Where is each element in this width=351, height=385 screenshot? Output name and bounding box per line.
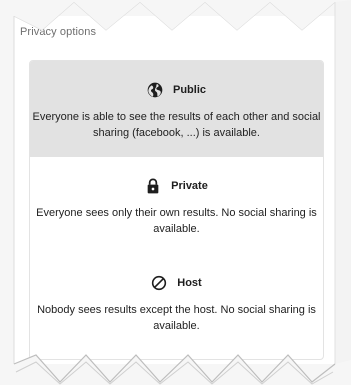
torn-edge-decoration bbox=[0, 0, 351, 385]
privacy-page: Privacy options Public Everyone is able … bbox=[0, 0, 351, 385]
